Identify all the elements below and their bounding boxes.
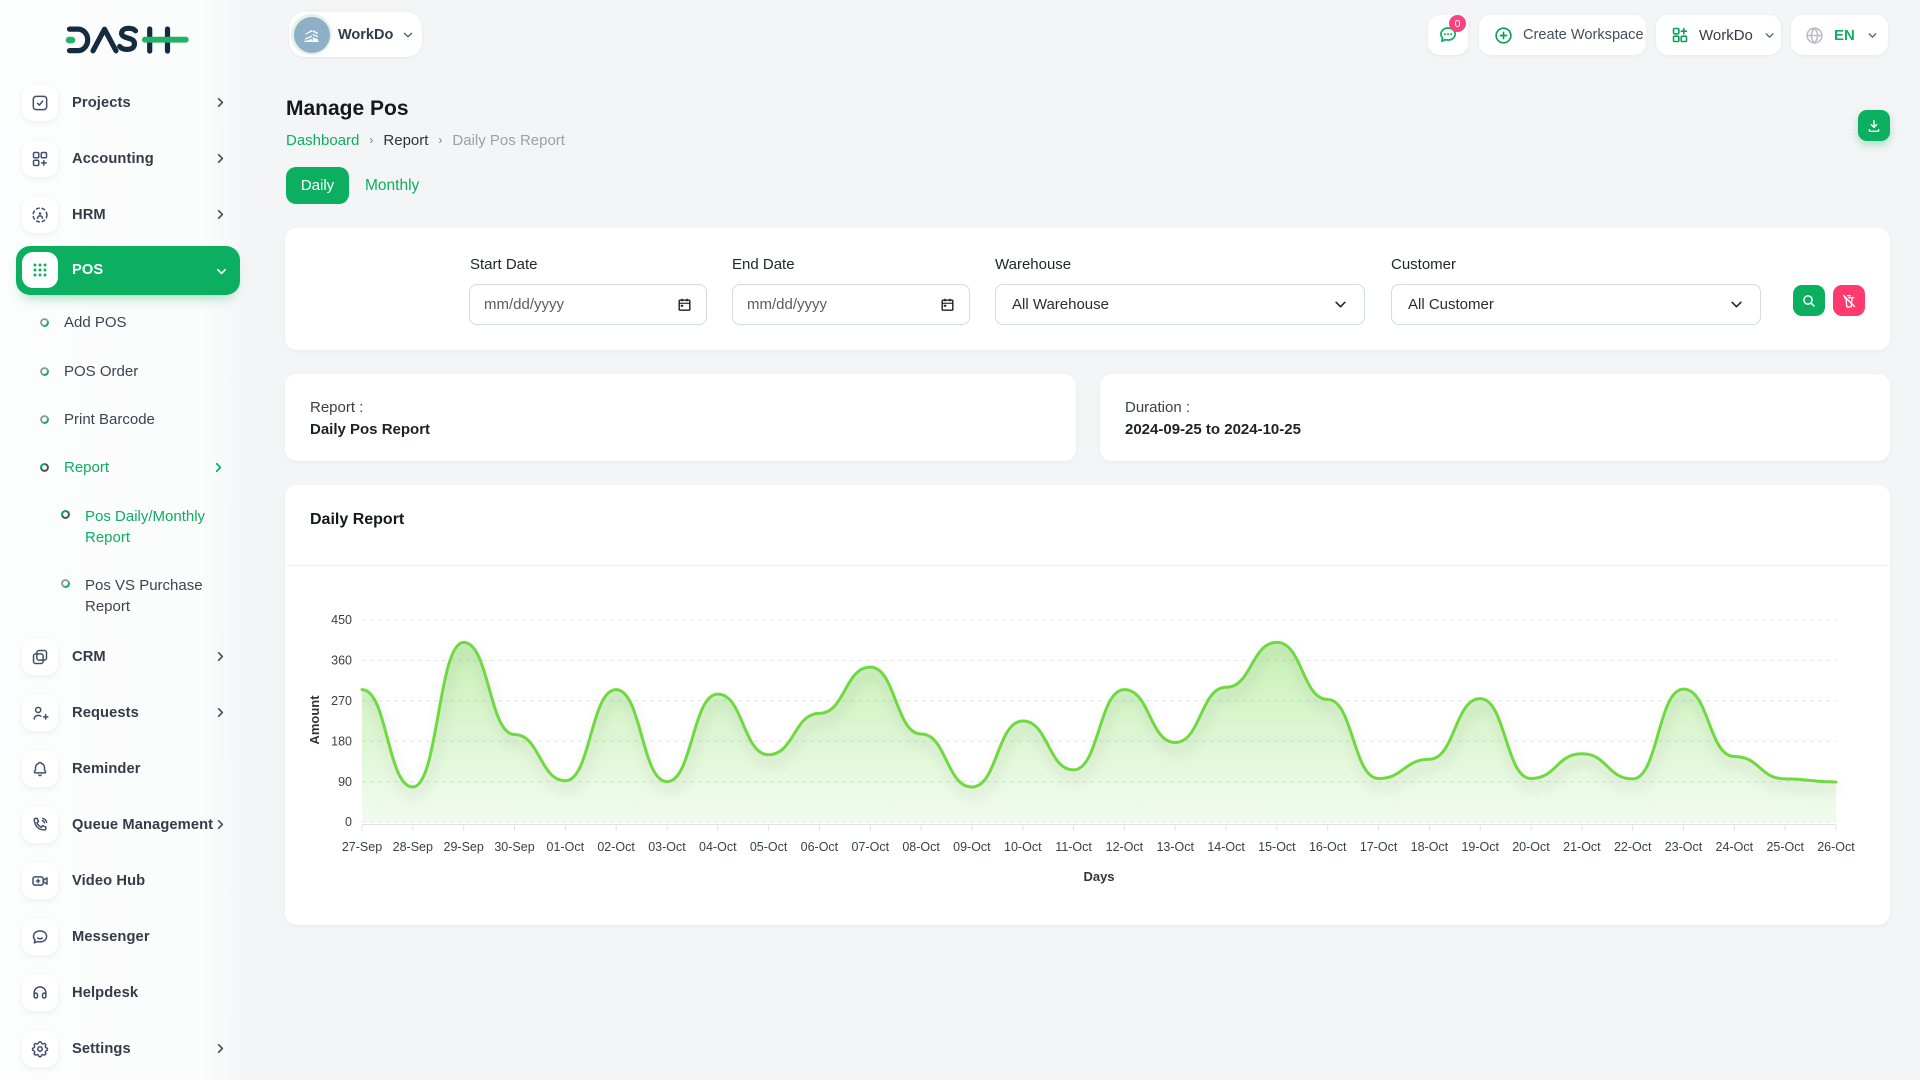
svg-text:Days: Days [1083,869,1114,884]
svg-text:23-Oct: 23-Oct [1665,840,1703,854]
svg-text:21-Oct: 21-Oct [1563,840,1601,854]
svg-text:08-Oct: 08-Oct [902,840,940,854]
svg-text:28-Sep: 28-Sep [393,840,433,854]
svg-text:20-Oct: 20-Oct [1512,840,1550,854]
svg-text:15-Oct: 15-Oct [1258,840,1296,854]
svg-text:12-Oct: 12-Oct [1106,840,1144,854]
svg-text:90: 90 [338,775,352,789]
svg-text:17-Oct: 17-Oct [1360,840,1398,854]
svg-text:02-Oct: 02-Oct [597,840,635,854]
svg-text:0: 0 [345,815,352,829]
svg-text:13-Oct: 13-Oct [1156,840,1194,854]
svg-text:450: 450 [331,613,352,627]
svg-text:360: 360 [331,654,352,668]
svg-text:22-Oct: 22-Oct [1614,840,1652,854]
svg-text:16-Oct: 16-Oct [1309,840,1347,854]
svg-text:Amount: Amount [307,695,322,745]
svg-text:10-Oct: 10-Oct [1004,840,1042,854]
svg-text:26-Oct: 26-Oct [1817,840,1855,854]
svg-text:25-Oct: 25-Oct [1766,840,1804,854]
svg-text:04-Oct: 04-Oct [699,840,737,854]
svg-text:19-Oct: 19-Oct [1461,840,1499,854]
svg-text:29-Sep: 29-Sep [444,840,484,854]
svg-text:11-Oct: 11-Oct [1055,840,1092,854]
svg-text:03-Oct: 03-Oct [648,840,686,854]
svg-text:27-Sep: 27-Sep [342,840,382,854]
svg-text:180: 180 [331,734,352,748]
svg-text:18-Oct: 18-Oct [1411,840,1449,854]
svg-text:07-Oct: 07-Oct [852,840,890,854]
svg-text:01-Oct: 01-Oct [547,840,585,854]
svg-text:09-Oct: 09-Oct [953,840,991,854]
svg-text:14-Oct: 14-Oct [1207,840,1245,854]
svg-text:30-Sep: 30-Sep [494,840,534,854]
svg-text:05-Oct: 05-Oct [750,840,788,854]
svg-text:24-Oct: 24-Oct [1716,840,1754,854]
svg-text:270: 270 [331,694,352,708]
svg-text:06-Oct: 06-Oct [801,840,839,854]
